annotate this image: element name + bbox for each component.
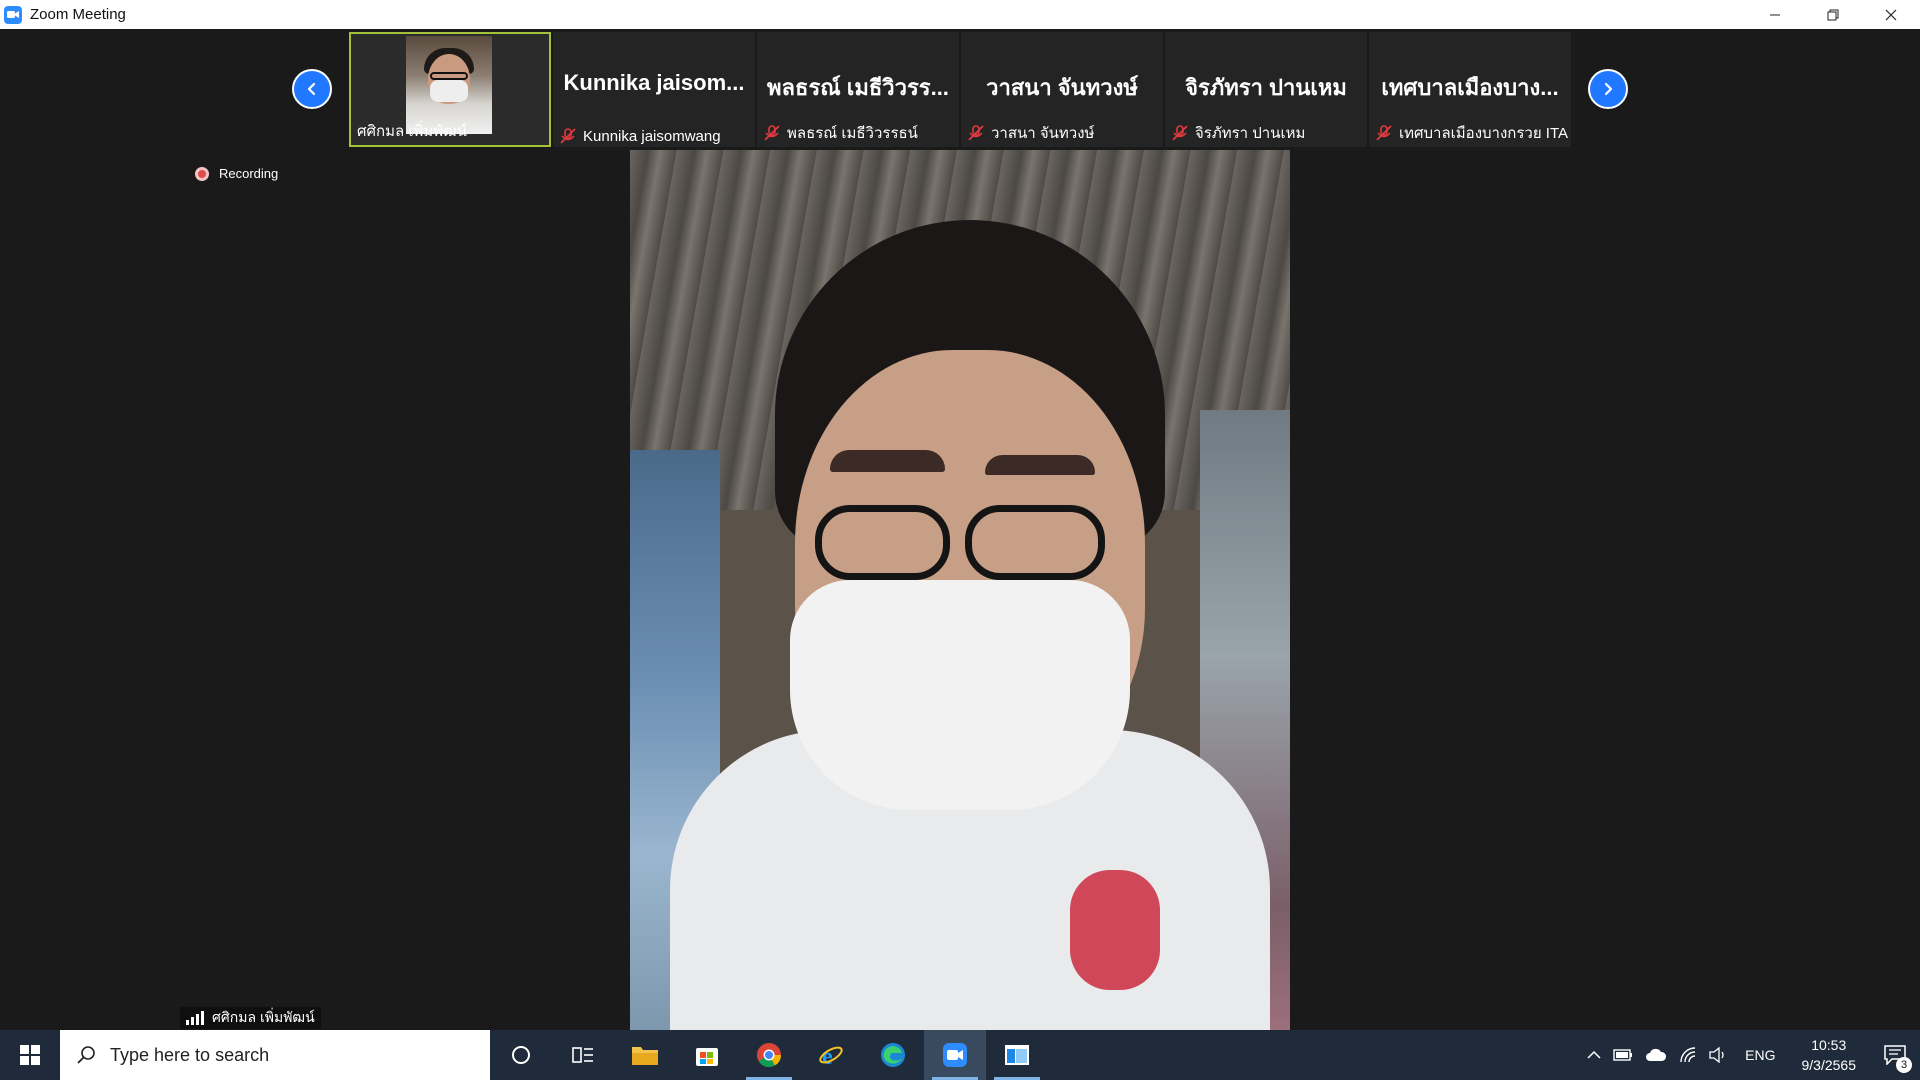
- next-page-button[interactable]: [1588, 69, 1628, 109]
- window-title: Zoom Meeting: [30, 6, 126, 23]
- close-icon: [1885, 9, 1897, 20]
- close-button[interactable]: [1862, 0, 1920, 29]
- action-center-button[interactable]: 3: [1870, 1030, 1920, 1080]
- participant-label: จิรภัทรา ปานเหม: [1171, 121, 1305, 145]
- minimize-icon: [1770, 14, 1780, 15]
- input-language-indicator[interactable]: ENG: [1745, 1047, 1775, 1063]
- previous-page-button[interactable]: [292, 69, 332, 109]
- restore-button[interactable]: [1804, 0, 1862, 29]
- notes-app-button[interactable]: [986, 1030, 1048, 1080]
- battery-status[interactable]: [1613, 1049, 1633, 1061]
- microsoft-store-button[interactable]: [676, 1030, 738, 1080]
- participant-label: วาสนา จันทวงษ์: [967, 121, 1094, 145]
- windows-logo-icon: [20, 1045, 40, 1065]
- participant-name: จิรภัทรา ปานเหม: [1195, 125, 1306, 142]
- store-icon: [696, 1048, 718, 1066]
- muted-mic-icon: [1172, 125, 1188, 141]
- active-speaker-video: [630, 150, 1290, 1030]
- title-bar: Zoom Meeting: [0, 0, 1920, 29]
- internet-explorer-icon: e: [819, 1044, 843, 1068]
- chevron-up-icon: [1587, 1050, 1601, 1059]
- recording-label: Recording: [219, 166, 279, 181]
- participant-display-name: จิรภัทรา ปานเหม: [1185, 75, 1347, 100]
- participant-tile[interactable]: วาสนา จันทวงษ์ วาสนา จันทวงษ์: [961, 32, 1163, 147]
- participant-label: Kunnika jaisomwang: [559, 127, 721, 145]
- network-status[interactable]: [1679, 1047, 1697, 1063]
- chevron-left-icon: [307, 82, 316, 96]
- muted-mic-icon: [1376, 125, 1392, 141]
- clock-time: 10:53: [1811, 1037, 1847, 1053]
- speaker-name-label: ศศิกมล เพิ่มพัฒน์: [180, 1007, 321, 1029]
- cortana-circle-icon: [512, 1046, 530, 1064]
- edge-button[interactable]: [862, 1030, 924, 1080]
- windows-taskbar: Type here to search e ENG 10:53 9/3/2565…: [0, 1030, 1920, 1080]
- participant-tile[interactable]: Kunnika jaisom... Kunnika jaisomwang: [553, 32, 755, 147]
- folder-icon: [632, 1047, 658, 1065]
- search-icon: [77, 1046, 95, 1064]
- svg-text:e: e: [822, 1044, 833, 1068]
- participant-name: พลธรณ์ เมธีวิวรรธน์: [787, 125, 918, 142]
- minimize-button[interactable]: [1746, 0, 1804, 29]
- chrome-icon: [757, 1043, 781, 1068]
- task-view-icon: [572, 1047, 593, 1063]
- show-hidden-icons-button[interactable]: [1587, 1050, 1601, 1060]
- internet-explorer-button[interactable]: e: [800, 1030, 862, 1080]
- participant-label: เทศบาลเมืองบางกรวย ITA: [1375, 121, 1568, 145]
- file-explorer-button[interactable]: [614, 1030, 676, 1080]
- zoom-button[interactable]: [924, 1030, 986, 1080]
- speaker-icon: [1709, 1047, 1724, 1063]
- volume-control[interactable]: [1709, 1047, 1727, 1063]
- chevron-right-icon: [1604, 82, 1613, 96]
- participant-display-name: พลธรณ์ เมธีวิวรร...: [767, 75, 949, 100]
- cortana-button[interactable]: [490, 1030, 552, 1080]
- muted-mic-icon: [764, 125, 780, 141]
- onedrive-status[interactable]: [1645, 1048, 1667, 1062]
- participant-tile[interactable]: จิรภัทรา ปานเหม จิรภัทรา ปานเหม: [1165, 32, 1367, 147]
- system-tray: ENG 10:53 9/3/2565 3: [1581, 1030, 1920, 1080]
- participant-name: ศศิกมล เพิ่มพัฒน์: [357, 123, 467, 140]
- recording-dot-icon: [195, 166, 209, 181]
- participant-display-name: เทศบาลเมืองบาง...: [1381, 75, 1559, 100]
- participant-tile-active[interactable]: ศศิกมล เพิ่มพัฒน์: [349, 32, 551, 147]
- muted-mic-icon: [968, 125, 984, 141]
- wifi-icon: [1680, 1047, 1696, 1063]
- participant-tile[interactable]: พลธรณ์ เมธีวิวรร... พลธรณ์ เมธีวิวรรธน์: [757, 32, 959, 147]
- edge-icon: [881, 1043, 905, 1067]
- signal-strength-icon: [186, 1011, 206, 1025]
- participant-display-name: Kunnika jaisom...: [563, 70, 745, 95]
- start-button[interactable]: [0, 1030, 60, 1080]
- recording-indicator[interactable]: Recording: [195, 166, 278, 181]
- search-placeholder: Type here to search: [110, 1044, 270, 1065]
- battery-icon: [1613, 1049, 1633, 1061]
- participant-name: Kunnika jaisomwang: [583, 127, 721, 145]
- taskbar-search-box[interactable]: Type here to search: [60, 1030, 490, 1080]
- zoom-app-icon: [4, 5, 22, 24]
- task-view-button[interactable]: [552, 1030, 614, 1080]
- participant-name: เทศบาลเมืองบางกรวย ITA: [1399, 125, 1569, 142]
- participant-display-name: วาสนา จันทวงษ์: [986, 75, 1138, 100]
- cloud-icon: [1646, 1048, 1667, 1061]
- participant-label: พลธรณ์ เมธีวิวรรธน์: [763, 121, 918, 145]
- zoom-icon: [943, 1043, 967, 1067]
- participant-name: วาสนา จันทวงษ์: [991, 125, 1095, 142]
- notification-count-badge: 3: [1896, 1057, 1912, 1073]
- participant-label: ศศิกมล เพิ่มพัฒน์: [357, 119, 467, 143]
- speaker-name: ศศิกมล เพิ่มพัฒน์: [212, 1009, 315, 1025]
- window-controls: [1746, 0, 1920, 29]
- clock[interactable]: 10:53 9/3/2565: [1802, 1035, 1857, 1075]
- meeting-area: ศศิกมล เพิ่มพัฒน์ Kunnika jaisom... Kunn…: [0, 29, 1920, 1030]
- participant-strip: ศศิกมล เพิ่มพัฒน์ Kunnika jaisom... Kunn…: [349, 32, 1573, 147]
- clock-date: 9/3/2565: [1801, 1057, 1857, 1073]
- chrome-button[interactable]: [738, 1030, 800, 1080]
- participant-tile[interactable]: เทศบาลเมืองบาง... เทศบาลเมืองบางกรวย ITA: [1369, 32, 1571, 147]
- restore-icon: [1827, 9, 1839, 20]
- muted-mic-icon: [560, 128, 576, 144]
- window-app-icon: [1005, 1045, 1029, 1065]
